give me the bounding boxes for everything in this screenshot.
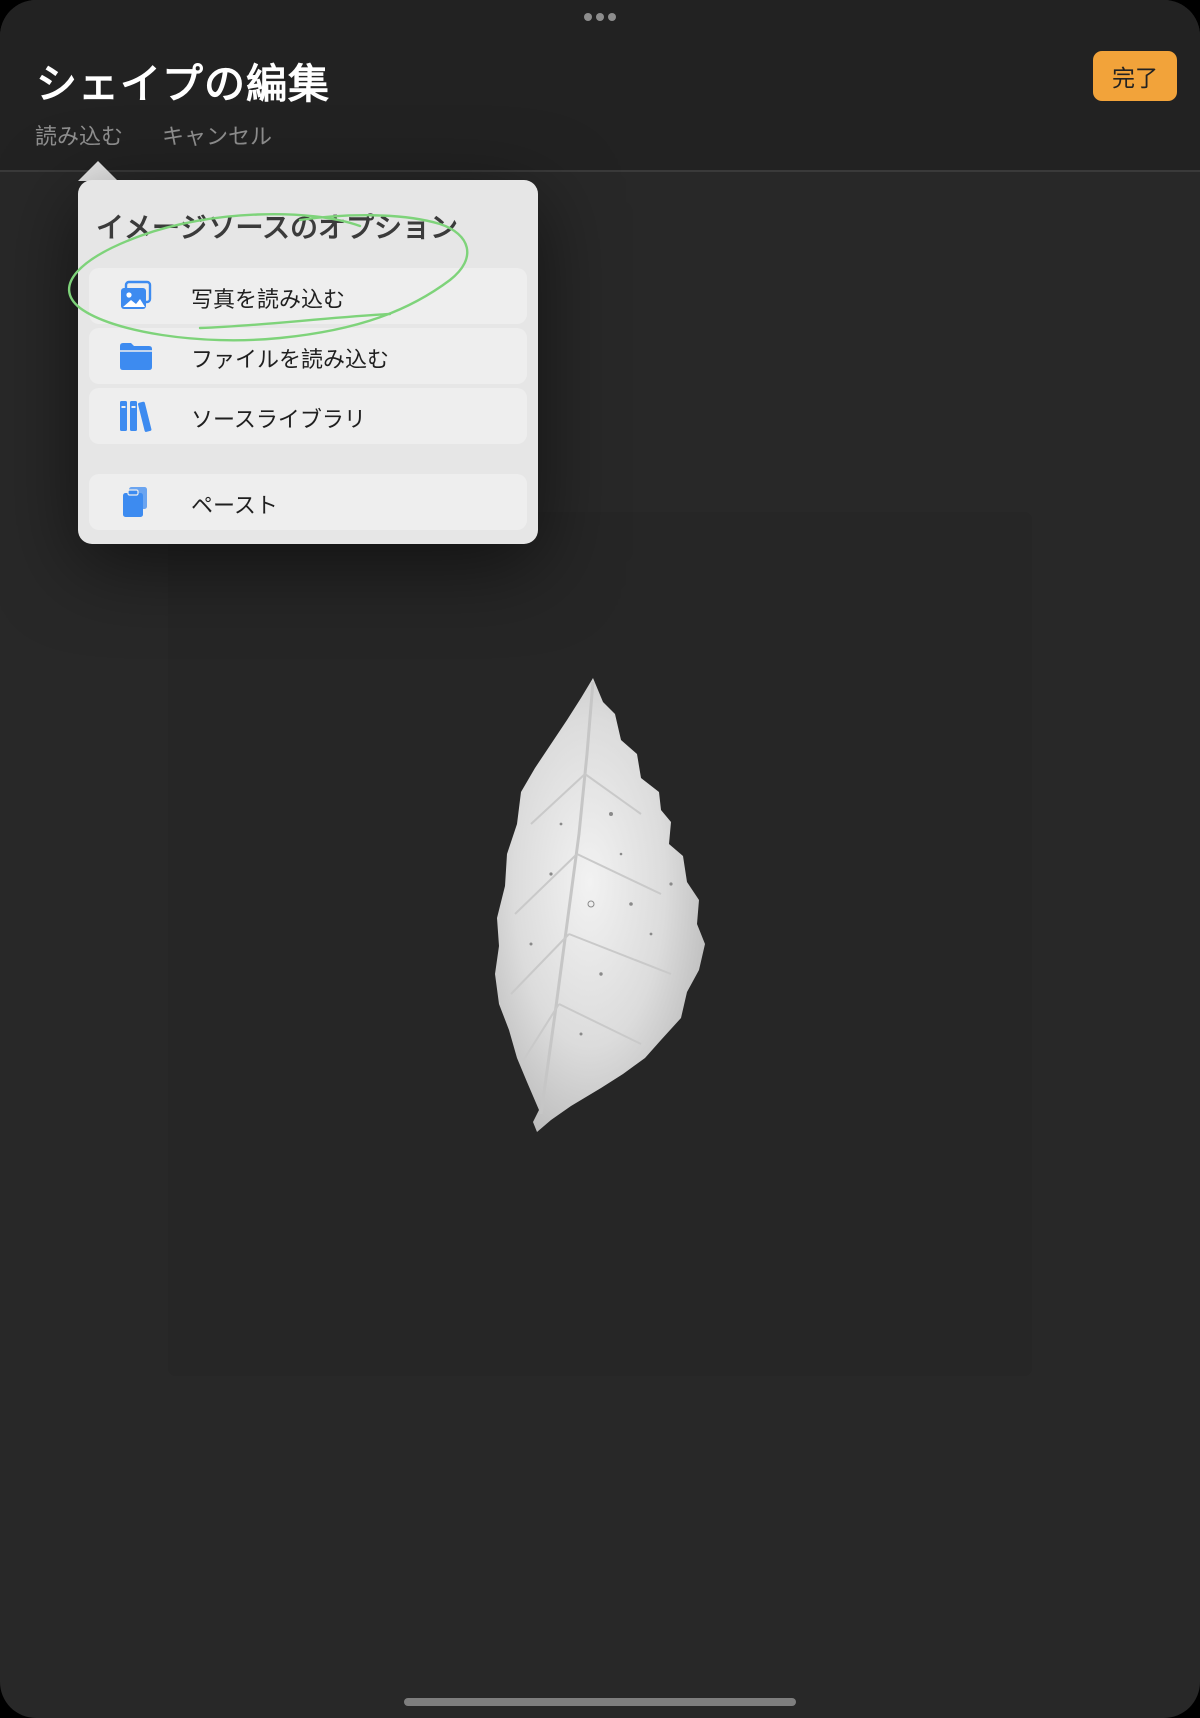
paste-item[interactable]: ペースト bbox=[89, 474, 527, 530]
import-file-item[interactable]: ファイルを読み込む bbox=[89, 328, 527, 384]
source-library-item[interactable]: ソースライブラリ bbox=[89, 388, 527, 444]
home-indicator[interactable] bbox=[404, 1698, 796, 1706]
menu-item-label: ファイルを読み込む bbox=[191, 348, 390, 373]
image-source-options-popover: イメージソースのオプション 写真を読み込む ファイルを読み込む ソースライブラリ… bbox=[78, 180, 538, 544]
leaf-shape-image bbox=[495, 678, 705, 1132]
done-button[interactable]: 完了 bbox=[1093, 51, 1177, 101]
popover-arrow bbox=[78, 161, 118, 181]
page-title: シェイプの編集 bbox=[36, 60, 330, 108]
multitasking-dots-icon[interactable] bbox=[584, 13, 616, 21]
screen: シェイプの編集 完了 読み込む キャンセル イメージソースのオプション 写真を読… bbox=[0, 0, 1200, 1718]
navigation-header: シェイプの編集 完了 読み込む キャンセル bbox=[0, 0, 1200, 172]
popover-title: イメージソースのオプション bbox=[96, 211, 459, 244]
import-photos-item[interactable]: 写真を読み込む bbox=[89, 268, 527, 324]
clipboard-icon bbox=[123, 487, 147, 517]
photos-icon bbox=[121, 280, 152, 309]
library-books-icon bbox=[120, 401, 152, 432]
menu-item-label: ソースライブラリ bbox=[191, 408, 366, 433]
menu-item-label: ペースト bbox=[191, 494, 278, 519]
folder-icon bbox=[120, 343, 152, 370]
import-button[interactable]: 読み込む bbox=[35, 119, 123, 151]
cancel-button[interactable]: キャンセル bbox=[162, 119, 272, 151]
menu-item-label: 写真を読み込む bbox=[191, 288, 346, 313]
